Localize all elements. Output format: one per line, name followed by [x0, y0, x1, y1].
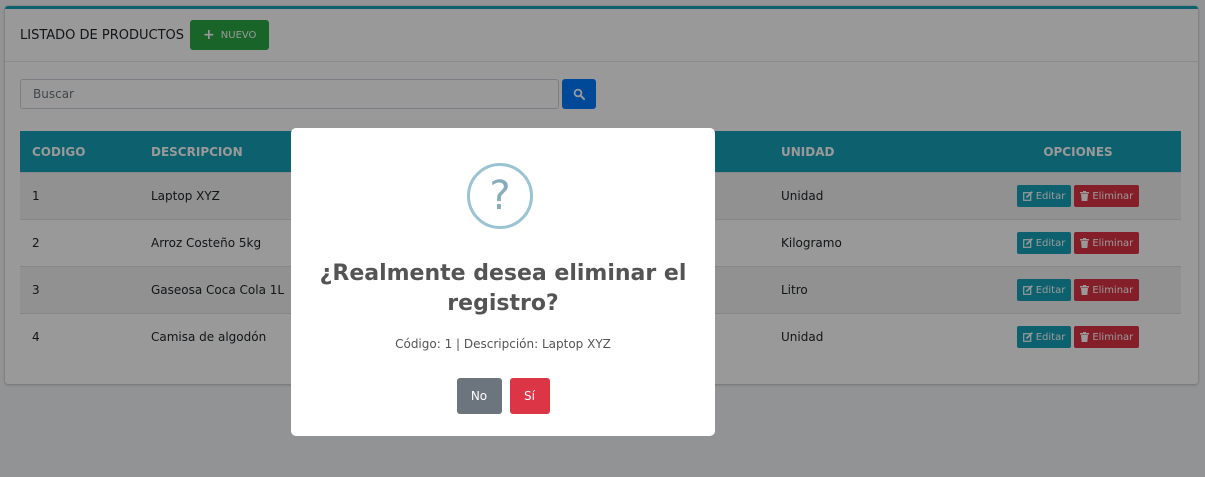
dialog-title: ¿Realmente desea eliminar el registro? [319, 261, 687, 316]
dialog-actions: No Sí [291, 378, 715, 414]
no-button[interactable]: No [456, 378, 502, 414]
confirm-delete-dialog: ? ¿Realmente desea eliminar el registro?… [291, 128, 715, 436]
yes-button[interactable]: Sí [509, 378, 550, 414]
dialog-text: Código: 1 | Descripción: Laptop XYZ [395, 337, 611, 351]
question-icon: ? [467, 163, 533, 229]
